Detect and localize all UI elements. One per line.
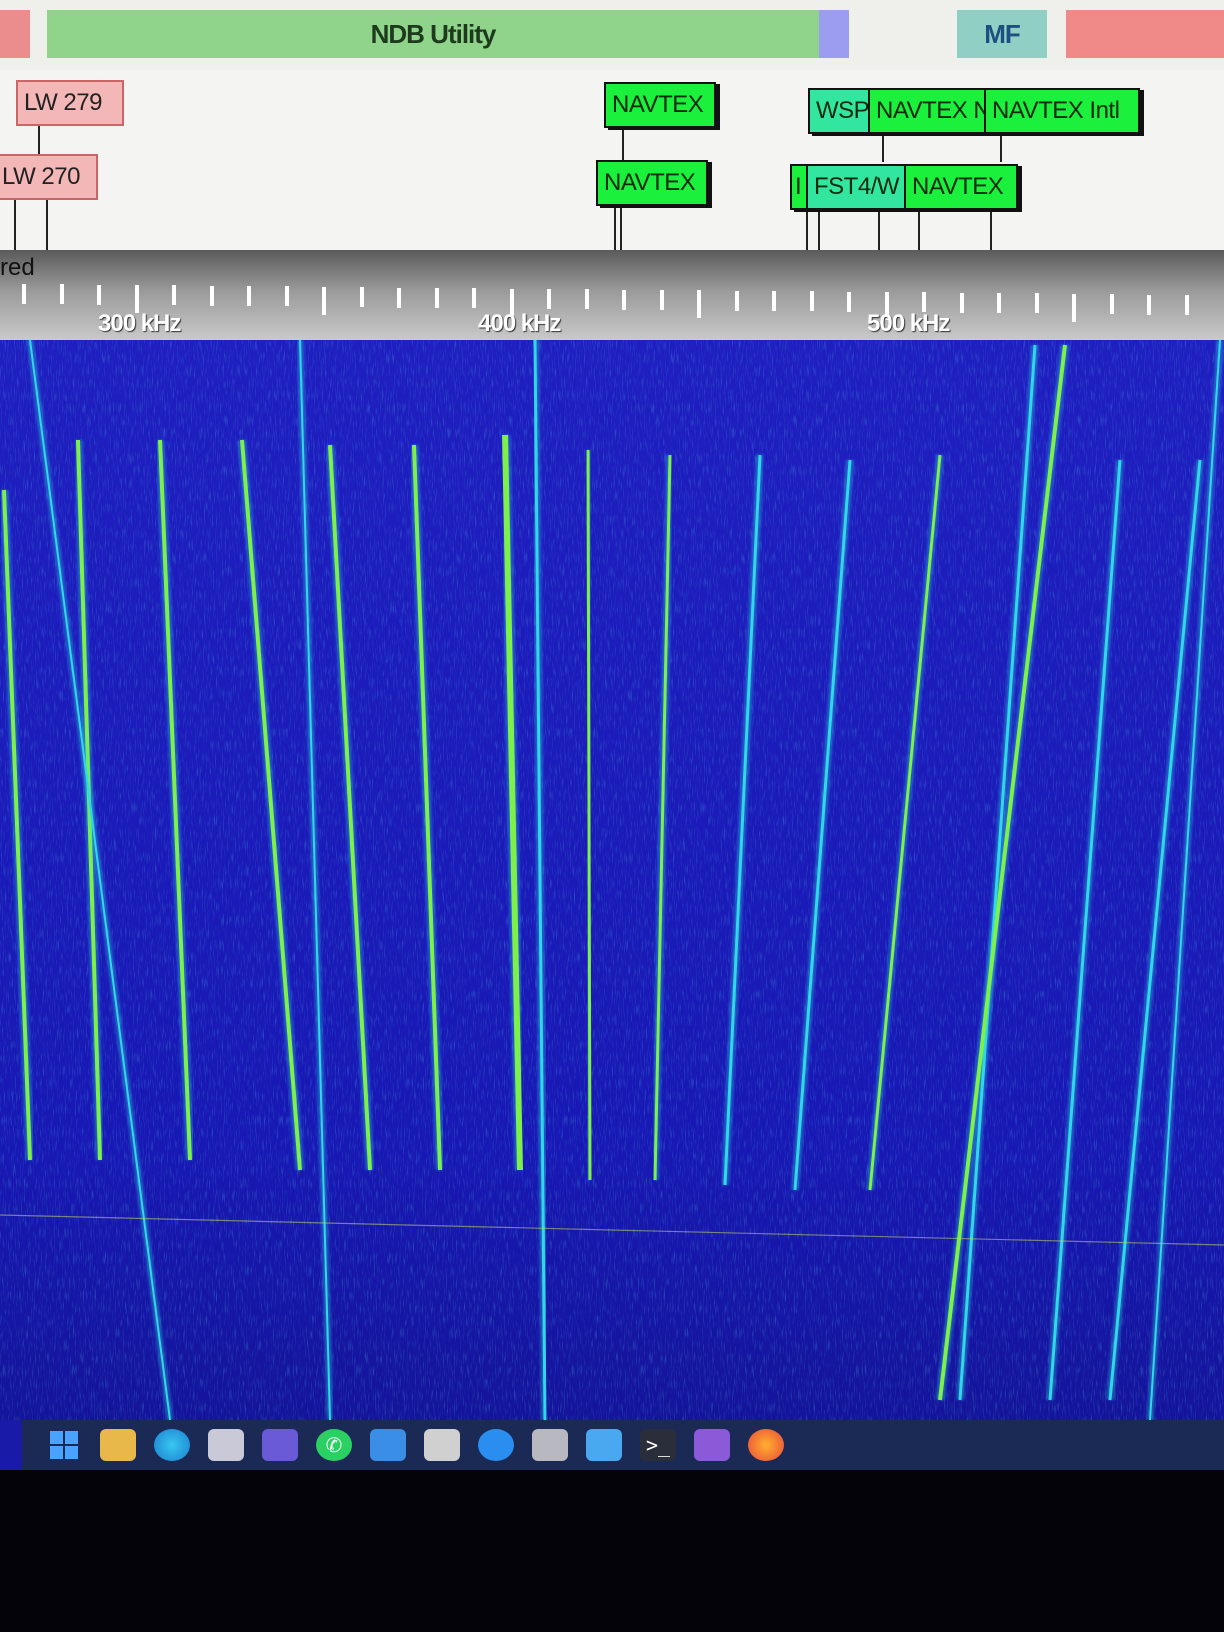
bookmark-lw-270[interactable]: LW 270 [0, 154, 98, 200]
scale-tick [472, 288, 476, 309]
bookmark-stem [620, 205, 622, 250]
scale-tick [397, 287, 401, 308]
bookmark-lw-279[interactable]: LW 279 [16, 80, 124, 126]
bookmark-stem [46, 195, 48, 250]
scale-tick [659, 289, 664, 310]
bookmark-stem [14, 195, 16, 250]
bookmark-label: WSP [816, 97, 870, 124]
scale-tick [547, 288, 551, 309]
scale-tick [134, 285, 139, 314]
scale-tick [1147, 294, 1151, 315]
bookmark-label: FST4/W [814, 173, 900, 200]
bookmark-navtex-518[interactable]: NAVTEX N [868, 88, 996, 134]
bookmark-navtex-490[interactable]: NAVTEX [604, 82, 716, 128]
scale-tick [1184, 294, 1189, 315]
frequency-bookmarks: LW 279 LW 270 NAVTEX NAVTEX WSP NAVTEX N… [0, 70, 1224, 250]
band-mf[interactable]: MF [957, 10, 1047, 58]
scale-tick [359, 287, 364, 308]
waterfall-display[interactable] [0, 340, 1224, 1420]
scale-tick [584, 289, 589, 310]
scale-tick [847, 291, 851, 312]
scale-tick [1034, 293, 1039, 314]
sdr-application-window: NDB Utility MF LW 279 LW 270 NAVTEX NAVT… [0, 0, 1224, 1470]
windows-start-icon[interactable] [46, 1429, 82, 1461]
book-icon[interactable] [370, 1429, 406, 1461]
bookmark-stem [622, 130, 624, 160]
band-segment-left[interactable] [0, 10, 30, 58]
scale-tick [434, 287, 439, 308]
freq-label-400: 400 kHz [478, 310, 561, 337]
bookmark-fst4w[interactable]: FST4/W [806, 164, 912, 210]
scale-tick [809, 291, 814, 312]
band-plan-bar: NDB Utility MF [0, 0, 1224, 70]
whatsapp-icon[interactable]: ✆ [316, 1429, 352, 1461]
scale-tick [1109, 294, 1114, 315]
bookmark-stem [806, 210, 808, 250]
app-icon[interactable] [262, 1429, 298, 1461]
bookmark-stem [1000, 132, 1002, 162]
edge-browser-icon[interactable] [154, 1429, 190, 1461]
terminal-icon[interactable]: >_ [640, 1429, 676, 1461]
bookmark-label: NAVTEX N [876, 97, 991, 124]
bookmark-stem [990, 210, 992, 250]
bookmark-navtex-lower[interactable]: NAVTEX [596, 160, 708, 206]
app-icon[interactable] [424, 1429, 460, 1461]
bookmark-label: I [795, 173, 802, 200]
freq-label-300: 300 kHz [98, 310, 181, 337]
scale-tick [622, 289, 626, 310]
bookmark-stem [614, 205, 616, 250]
scale-tick [59, 284, 64, 305]
scale-tick [22, 284, 26, 304]
scale-tick [959, 292, 964, 313]
app-icon[interactable] [532, 1429, 568, 1461]
bookmark-label: LW 279 [24, 89, 102, 116]
app-icon[interactable] [586, 1429, 622, 1461]
app-icon[interactable] [694, 1429, 730, 1461]
bookmark-stem [918, 210, 920, 250]
globe-icon[interactable] [478, 1429, 514, 1461]
scale-tick [172, 285, 176, 306]
scale-tick [209, 285, 214, 306]
bookmark-label: NAVTEX [604, 169, 696, 196]
bookmark-stem [818, 210, 820, 250]
scale-tick [697, 290, 701, 319]
scale-tick [284, 286, 289, 307]
scale-tick [97, 284, 101, 305]
scale-tick [322, 286, 326, 315]
firefox-icon[interactable] [748, 1429, 784, 1461]
scale-tick [1072, 293, 1076, 322]
signal-trace [586, 449, 592, 1181]
windows-taskbar: ✆ >_ [22, 1420, 1224, 1470]
bookmark-stem [878, 210, 880, 250]
bookmark-label: NAVTEX Intl [992, 97, 1120, 124]
band-segment-purple[interactable] [819, 10, 849, 58]
band-ndb-label: NDB Utility [370, 18, 497, 49]
file-explorer-icon[interactable] [100, 1429, 136, 1461]
freq-label-500: 500 kHz [867, 310, 950, 337]
band-segment-right[interactable] [1066, 10, 1224, 58]
bookmark-stem [882, 132, 884, 162]
partial-label: red [0, 254, 35, 281]
scale-tick [247, 286, 251, 307]
scale-tick [772, 291, 776, 311]
scale-tick [734, 290, 739, 311]
bookmark-navtex-right[interactable]: NAVTEX [904, 164, 1018, 210]
scale-tick [997, 293, 1001, 314]
band-mf-label: MF [984, 18, 1021, 49]
bookmark-label: NAVTEX [612, 91, 704, 118]
bookmark-label: LW 270 [2, 163, 80, 190]
frequency-scale[interactable]: red 300 kHz 400 kHz 500 kHz [0, 250, 1224, 340]
bookmark-navtex-intl[interactable]: NAVTEX Intl [984, 88, 1140, 134]
bookmark-label: NAVTEX [912, 173, 1004, 200]
store-icon[interactable] [208, 1429, 244, 1461]
band-ndb-utility[interactable]: NDB Utility [47, 10, 819, 58]
